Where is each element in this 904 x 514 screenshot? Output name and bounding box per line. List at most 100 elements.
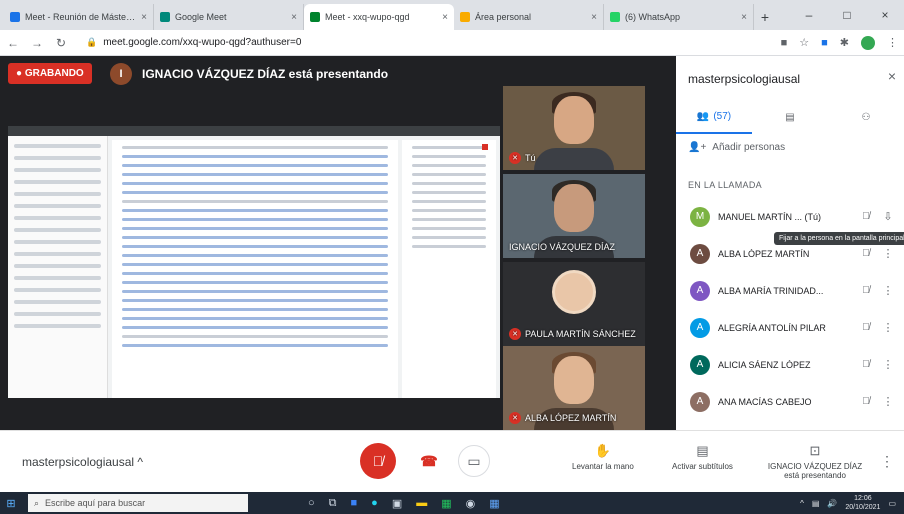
captions-button[interactable]: ▤ Activar subtítulos	[672, 443, 733, 471]
mic-off-icon: 🎙̸	[862, 285, 870, 296]
close-icon[interactable]: ×	[442, 12, 448, 23]
mail-icon[interactable]: ▬	[416, 497, 427, 509]
maximize-button[interactable]: □	[828, 8, 866, 22]
meeting-details-button[interactable]: masterpsicologiausal ^	[22, 455, 143, 469]
system-tray: ^ ▤ 🔊 12:06 20/10/2021 ▭	[800, 494, 904, 512]
os-taskbar: ⊞ ⌕ Escribe aquí para buscar ○ ⧉ ■ ● ▣ ▬…	[0, 492, 904, 514]
participant-tile[interactable]: ✕ PAULA MARTÍN SÁNCHEZ	[503, 262, 645, 346]
browser-tab-3[interactable]: Meet - xxq-wupo-qgd ×	[304, 4, 454, 30]
camera-icon[interactable]: ■	[781, 37, 788, 49]
more-options-button[interactable]: ⋮	[880, 453, 894, 470]
participant-tile[interactable]: ✕ ALBA LÓPEZ MARTÍN	[503, 346, 645, 430]
shared-screen-toolbar	[8, 126, 500, 136]
address-bar[interactable]: 🔒 meet.google.com/xxq-wupo-qgd?authuser=…	[78, 33, 771, 53]
shared-screen	[8, 126, 500, 398]
word-icon[interactable]: ▦	[489, 497, 499, 510]
people-count: (57)	[713, 110, 732, 122]
participant-name: ALICIA SÁENZ LÓPEZ	[718, 359, 811, 370]
extensions-area: ■ ☆ ■ ✱ ⋮	[781, 35, 898, 50]
cortana-icon[interactable]: ○	[308, 497, 315, 509]
tab-activities[interactable]: ⚇	[828, 100, 904, 134]
add-people-button[interactable]: 👤+ Añadir personas	[688, 142, 785, 153]
close-icon[interactable]: ×	[741, 12, 747, 23]
edge-icon[interactable]: ●	[371, 497, 378, 509]
more-options-icon[interactable]: ⋮	[882, 247, 894, 260]
more-options-icon[interactable]: ⋮	[882, 395, 894, 408]
present-icon: ⊡	[809, 443, 821, 458]
tile-label: ✕ Tú	[509, 152, 536, 164]
extension-icon[interactable]: ■	[821, 37, 828, 49]
tab-favicon	[610, 12, 620, 22]
network-icon[interactable]: ▤	[812, 499, 820, 508]
pin-icon[interactable]: ⇩	[882, 210, 894, 223]
close-icon[interactable]: ×	[291, 12, 297, 23]
taskbar-clock[interactable]: 12:06 20/10/2021	[845, 494, 880, 512]
browser-tab-2[interactable]: Google Meet ×	[154, 4, 304, 30]
notifications-icon[interactable]: ▭	[888, 499, 896, 508]
tab-favicon	[10, 12, 20, 22]
participant-name: ANA MACÍAS CABEJO	[718, 396, 812, 407]
reload-icon[interactable]: ↻	[54, 36, 68, 50]
tile-name: PAULA MARTÍN SÁNCHEZ	[525, 329, 636, 339]
tray-chevron-icon[interactable]: ^	[800, 499, 804, 508]
presentation-label: IGNACIO VÁZQUEZ DÍAZ está presentando	[767, 462, 863, 480]
participant-tile[interactable]: IGNACIO VÁZQUEZ DÍAZ	[503, 174, 645, 258]
more-options-icon[interactable]: ⋮	[882, 321, 894, 334]
puzzle-icon[interactable]: ✱	[840, 36, 849, 49]
more-options-icon[interactable]: ⋮	[882, 358, 894, 371]
hang-up-button[interactable]: ☎	[413, 445, 445, 477]
lock-icon: 🔒	[86, 37, 98, 47]
add-people-label: Añadir personas	[712, 142, 786, 153]
meeting-controls: masterpsicologiausal ^ 🎙̸ ☎ ▭ ✋ Levantar…	[0, 430, 904, 492]
minimize-button[interactable]: –	[790, 8, 828, 22]
list-item[interactable]: A ANA MACÍAS CABEJO 🎙̸ ⋮	[676, 383, 904, 420]
browser-tab-5[interactable]: (6) WhatsApp ×	[604, 4, 754, 30]
browser-tab-1[interactable]: Meet - Reunión de Máster en Psicología ×	[4, 4, 154, 30]
raise-hand-label: Levantar la mano	[572, 462, 634, 471]
tab-favicon	[460, 12, 470, 22]
clock-date: 20/10/2021	[845, 504, 881, 511]
mic-off-icon: 🎙̸	[862, 322, 870, 333]
new-tab-button[interactable]: +	[754, 4, 776, 30]
panel-tabs: 👥 (57) ▤ ⚇	[676, 100, 904, 134]
tile-label: ✕ PAULA MARTÍN SÁNCHEZ	[509, 328, 636, 340]
close-icon[interactable]: ×	[591, 12, 597, 23]
participant-tile[interactable]: ✕ Tú	[503, 86, 645, 170]
excel-icon[interactable]: ▦	[441, 497, 451, 510]
presentation-button[interactable]: ⊡ IGNACIO VÁZQUEZ DÍAZ está presentando	[760, 443, 870, 480]
taskbar-search[interactable]: ⌕ Escribe aquí para buscar	[28, 494, 248, 512]
mic-off-icon: ✕	[509, 152, 521, 164]
volume-icon[interactable]: 🔊	[827, 499, 837, 508]
mic-off-icon: 🎙̸	[862, 396, 870, 407]
star-icon[interactable]: ☆	[799, 36, 809, 49]
tab-chat[interactable]: ▤	[752, 100, 828, 134]
store-icon[interactable]: ▣	[392, 497, 402, 510]
browser-tab-4[interactable]: Área personal ×	[454, 4, 604, 30]
chrome-icon[interactable]: ◉	[466, 497, 476, 510]
close-icon[interactable]: ×	[141, 12, 147, 23]
more-options-icon[interactable]: ⋮	[882, 284, 894, 297]
meet-stage: ● GRABANDO I IGNACIO VÁZQUEZ DÍAZ está p…	[0, 56, 676, 430]
profile-avatar[interactable]	[861, 35, 875, 50]
participant-name: ALEGRÍA ANTOLÍN PILAR	[718, 322, 826, 333]
list-item[interactable]: M MANUEL MARTÍN ... (Tú) 🎙̸ ⇩	[676, 198, 904, 235]
window-close-button[interactable]: ×	[866, 8, 904, 22]
list-item[interactable]: A ALICIA SÁENZ LÓPEZ 🎙̸ ⋮	[676, 346, 904, 383]
windows-start-icon[interactable]: ⊞	[0, 492, 22, 514]
back-icon[interactable]: ←	[6, 36, 20, 50]
forward-icon[interactable]: →	[30, 36, 44, 50]
tab-title: Meet - xxq-wupo-qgd	[325, 12, 410, 22]
task-view-icon[interactable]: ⧉	[329, 497, 337, 510]
raise-hand-button[interactable]: ✋ Levantar la mano	[572, 443, 634, 471]
menu-icon[interactable]: ⋮	[887, 36, 898, 49]
app-icon[interactable]: ■	[351, 497, 358, 509]
avatar: M	[690, 206, 710, 227]
close-icon[interactable]: ×	[888, 68, 896, 84]
list-item[interactable]: A ALEGRÍA ANTOLÍN PILAR 🎙̸ ⋮	[676, 309, 904, 346]
participant-tiles: ✕ Tú IGNACIO VÁZQUEZ DÍAZ ✕ PAULA MARTÍN S…	[503, 86, 645, 430]
people-icon: 👥	[696, 110, 710, 122]
list-item[interactable]: A ALBA MARÍA TRINIDAD... 🎙̸ ⋮	[676, 272, 904, 309]
camera-toggle-button[interactable]: ▭	[458, 445, 490, 477]
mic-toggle-button[interactable]: 🎙̸	[360, 443, 396, 479]
tab-people[interactable]: 👥 (57)	[676, 100, 752, 134]
